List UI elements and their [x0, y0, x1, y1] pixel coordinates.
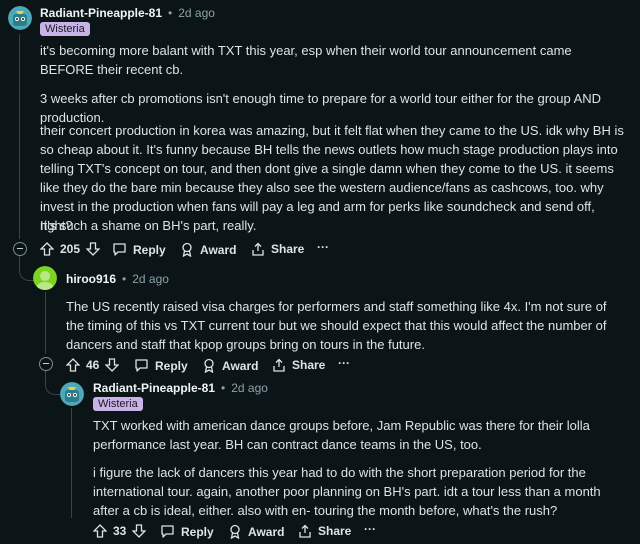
more-options-button[interactable]: ··· [364, 522, 376, 536]
more-options-icon: ··· [317, 240, 329, 254]
user-flair: Wisteria [40, 22, 90, 36]
more-options-button[interactable]: ··· [317, 240, 329, 254]
share-label: Share [292, 358, 326, 372]
more-options-button[interactable]: ··· [338, 356, 350, 370]
upvote-icon[interactable] [40, 242, 54, 256]
upvote-icon[interactable] [93, 524, 107, 538]
comment-timestamp[interactable]: 2d ago [178, 6, 215, 20]
share-label: Share [318, 524, 352, 538]
comment-paragraph: It's such a shame on BH's part, really. [40, 218, 257, 233]
reply-button[interactable]: Reply [160, 524, 214, 539]
avatar[interactable] [8, 6, 32, 30]
avatar[interactable] [33, 266, 57, 290]
comment-timestamp[interactable]: 2d ago [132, 272, 169, 286]
user-flair: Wisteria [93, 397, 143, 411]
reply-label: Reply [133, 242, 166, 257]
more-options-icon: ··· [338, 356, 350, 370]
comment-paragraph: The US recently raised visa charges for … [66, 299, 607, 352]
comment-author[interactable]: Radiant-Pineapple-81 [93, 381, 215, 395]
share-button[interactable]: Share [251, 242, 304, 256]
vote-group: 33 [93, 524, 147, 538]
downvote-icon[interactable] [132, 524, 147, 538]
upvote-icon[interactable] [66, 358, 80, 372]
meta-separator: • [221, 381, 226, 395]
reply-button[interactable]: Reply [112, 242, 166, 257]
thread-elbow [45, 370, 60, 395]
share-icon [272, 358, 286, 372]
thread-line [45, 292, 46, 354]
vote-group: 46 [66, 358, 120, 372]
thread-line [19, 34, 20, 239]
comment-paragraph: i figure the lack of dancers this year h… [93, 465, 601, 518]
vote-group: 205 [40, 242, 101, 256]
more-options-icon: ··· [364, 522, 376, 536]
award-button[interactable]: Award [202, 358, 258, 373]
comment-author[interactable]: Radiant-Pineapple-81 [40, 6, 162, 20]
share-icon [251, 242, 265, 256]
award-icon [202, 358, 216, 373]
award-label: Award [248, 524, 285, 539]
award-icon [228, 524, 242, 539]
collapse-thread-button[interactable] [13, 242, 27, 256]
award-button[interactable]: Award [228, 524, 284, 539]
share-icon [298, 524, 312, 538]
comment-bubble-icon [112, 242, 127, 257]
share-label: Share [271, 242, 305, 256]
vote-count: 46 [86, 358, 100, 372]
meta-separator: • [122, 272, 127, 286]
downvote-icon[interactable] [86, 242, 101, 256]
comment-paragraph: TXT worked with american dance groups be… [93, 418, 590, 452]
vote-count: 205 [60, 242, 81, 256]
vote-count: 33 [113, 524, 127, 538]
meta-separator: • [168, 6, 173, 20]
reply-button[interactable]: Reply [134, 358, 188, 373]
comment-author[interactable]: hiroo916 [66, 272, 116, 286]
comment-paragraph: it's becoming more balant with TXT this … [40, 43, 572, 77]
collapse-thread-button[interactable] [39, 357, 53, 371]
thread-elbow [19, 256, 34, 281]
share-button[interactable]: Share [272, 358, 325, 372]
reply-label: Reply [155, 358, 188, 373]
award-label: Award [200, 242, 237, 257]
avatar[interactable] [60, 382, 84, 406]
comment-bubble-icon [134, 358, 149, 373]
comment-timestamp[interactable]: 2d ago [231, 381, 268, 395]
reply-label: Reply [181, 524, 214, 539]
award-label: Award [222, 358, 259, 373]
downvote-icon[interactable] [105, 358, 120, 372]
share-button[interactable]: Share [298, 524, 351, 538]
thread-line [71, 408, 72, 518]
comment-bubble-icon [160, 524, 175, 539]
award-button[interactable]: Award [180, 242, 236, 257]
award-icon [180, 242, 194, 257]
